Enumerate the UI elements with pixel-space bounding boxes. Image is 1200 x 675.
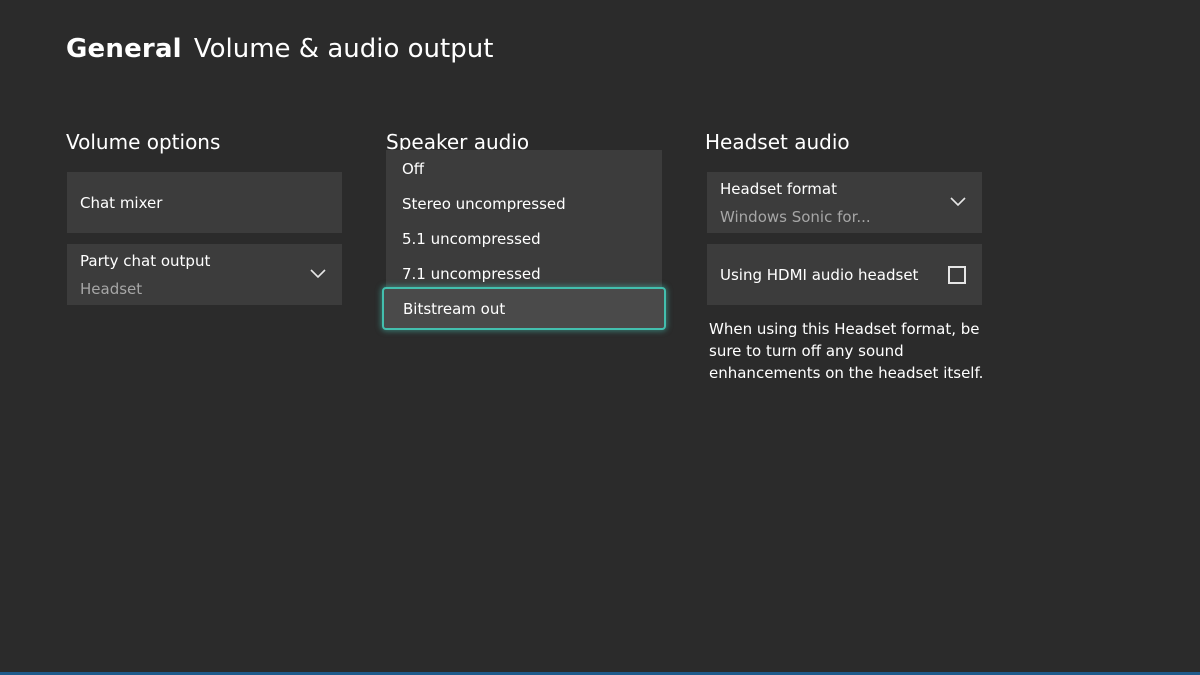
section-title: General <box>66 34 182 64</box>
headset-format-note: When using this Headset format, be sure … <box>709 320 984 382</box>
headset-format-dropdown[interactable]: Headset format Windows Sonic for... <box>707 172 982 233</box>
party-chat-output-label: Party chat output <box>80 252 211 270</box>
volume-options-heading: Volume options <box>66 130 221 154</box>
chat-mixer-label: Chat mixer <box>80 194 163 212</box>
chat-mixer-button[interactable]: Chat mixer <box>67 172 342 233</box>
speaker-option-off[interactable]: Off <box>402 160 424 178</box>
checkbox-unchecked-icon[interactable] <box>948 266 966 284</box>
speaker-option-bitstream-out[interactable]: Bitstream out <box>382 287 666 330</box>
party-chat-output-dropdown[interactable]: Party chat output Headset <box>67 244 342 305</box>
speaker-option-7-1-uncompressed[interactable]: 7.1 uncompressed <box>402 265 541 283</box>
speaker-option-stereo-uncompressed[interactable]: Stereo uncompressed <box>402 195 566 213</box>
speaker-option-bitstream-out-label: Bitstream out <box>403 300 506 318</box>
headset-audio-heading: Headset audio <box>705 130 850 154</box>
page-header: General Volume & audio output <box>66 34 493 70</box>
headset-format-label: Headset format <box>720 180 837 198</box>
chevron-down-icon <box>310 269 326 279</box>
page-title: Volume & audio output <box>193 34 494 64</box>
chevron-down-icon <box>950 197 966 207</box>
headset-format-value: Windows Sonic for... <box>720 208 871 226</box>
hdmi-audio-headset-label: Using HDMI audio headset <box>720 266 919 284</box>
party-chat-output-value: Headset <box>80 280 143 298</box>
hdmi-audio-headset-toggle[interactable]: Using HDMI audio headset <box>707 244 982 305</box>
speaker-option-5-1-uncompressed[interactable]: 5.1 uncompressed <box>402 230 541 248</box>
